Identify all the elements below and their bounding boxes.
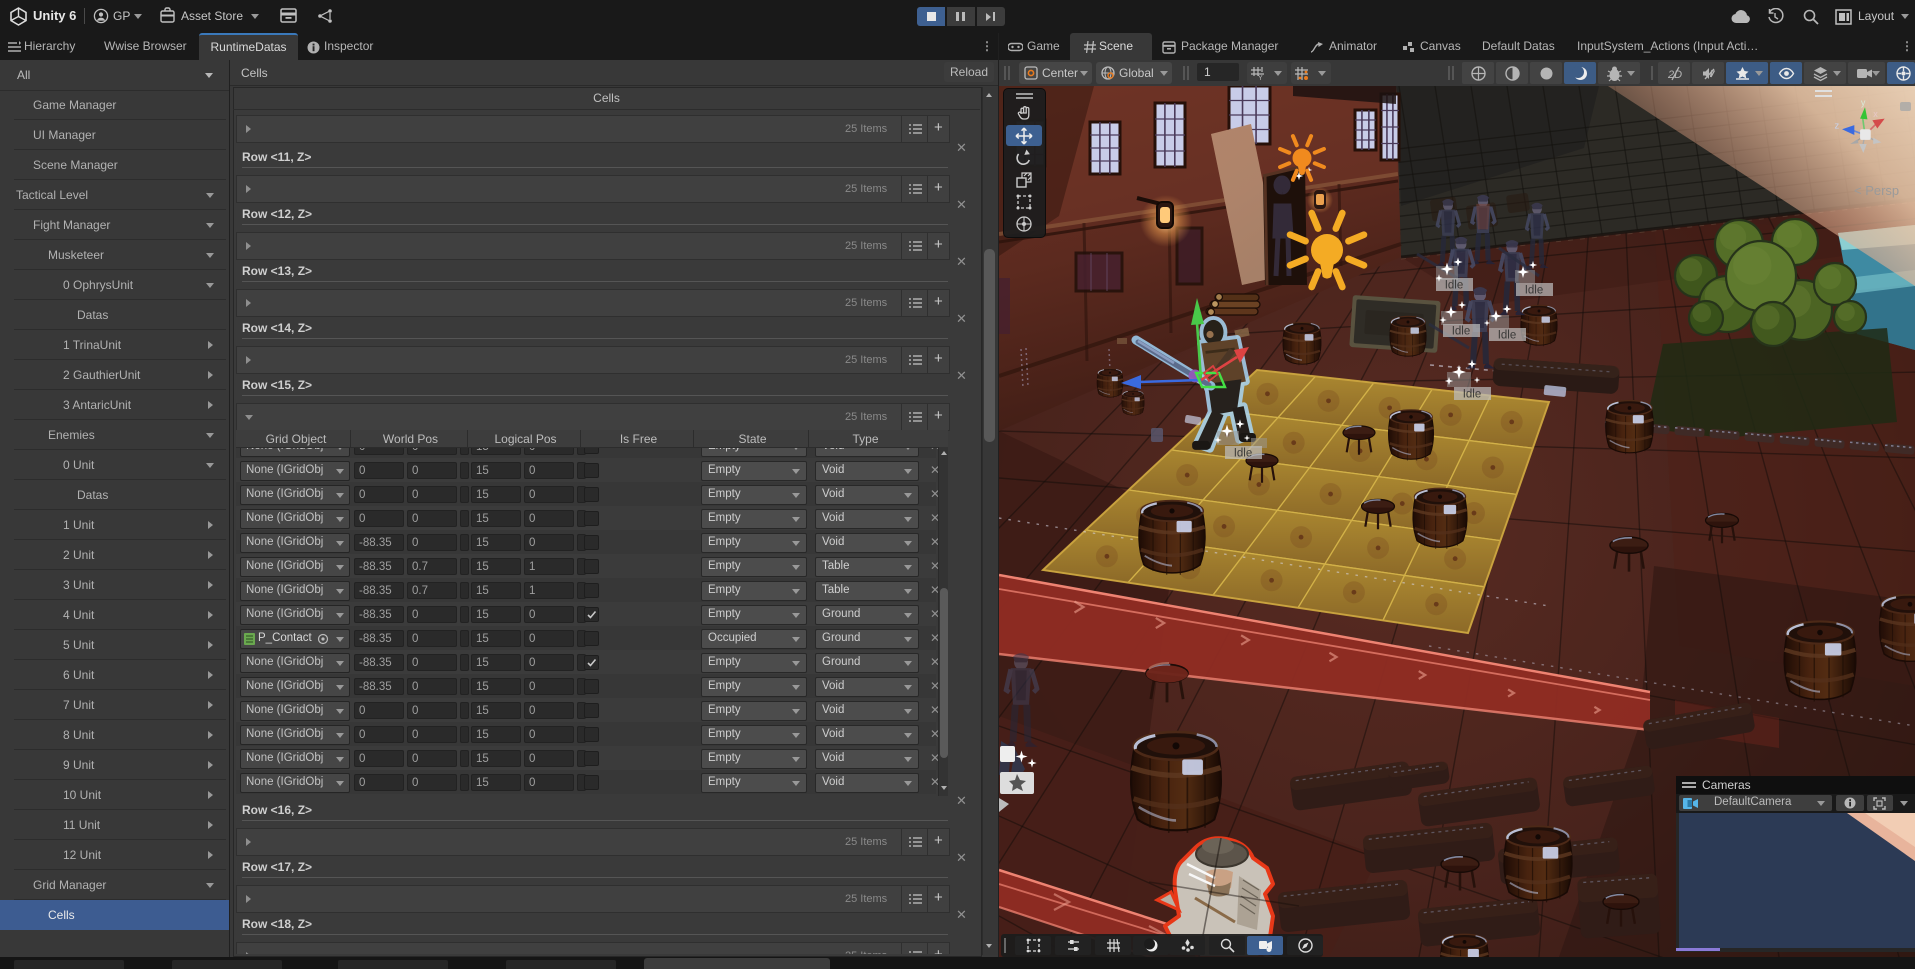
svg-text:Idle: Idle — [1463, 389, 1482, 401]
svg-text:Idle: Idle — [1452, 326, 1471, 338]
svg-text:x: x — [1873, 109, 1878, 119]
svg-text:Idle: Idle — [1234, 448, 1253, 460]
svg-text:z: z — [1835, 120, 1840, 130]
svg-text:Idle: Idle — [1498, 330, 1517, 342]
svg-text:y: y — [1861, 97, 1866, 107]
svg-text:Idle: Idle — [1445, 280, 1464, 292]
svg-text:Idle: Idle — [1525, 285, 1544, 297]
svg-text:Y: Y — [1258, 75, 1263, 81]
svg-text:< Persp: < Persp — [1854, 183, 1899, 198]
